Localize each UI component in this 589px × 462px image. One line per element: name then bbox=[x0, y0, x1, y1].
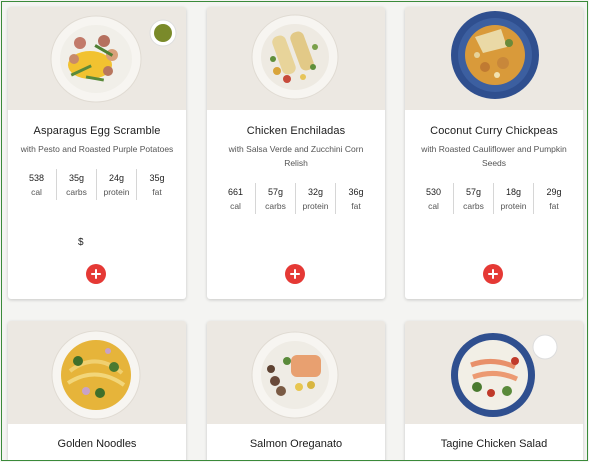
meal-photo[interactable] bbox=[8, 7, 186, 110]
macro-calories: 661 cal bbox=[216, 183, 256, 214]
macro-value: 530 bbox=[425, 186, 442, 197]
macro-label: protein bbox=[500, 200, 527, 211]
macro-label: protein bbox=[103, 186, 130, 197]
meal-title[interactable]: Chicken Enchiladas bbox=[207, 125, 385, 137]
add-meal-button[interactable] bbox=[285, 264, 305, 284]
macro-fat: 35g fat bbox=[137, 169, 177, 200]
meal-title[interactable]: Salmon Oreganato bbox=[207, 438, 385, 450]
meal-title[interactable]: Asparagus Egg Scramble bbox=[8, 125, 186, 137]
macro-value: 36g bbox=[348, 186, 364, 197]
add-meal-button[interactable] bbox=[483, 264, 503, 284]
plus-icon bbox=[488, 269, 498, 279]
macro-label: protein bbox=[302, 200, 329, 211]
meal-title[interactable]: Golden Noodles bbox=[8, 438, 186, 450]
macro-value: 661 bbox=[227, 186, 244, 197]
meal-photo[interactable] bbox=[207, 7, 385, 110]
meal-card[interactable]: Asparagus Egg Scramble with Pesto and Ro… bbox=[8, 7, 186, 299]
meal-card[interactable]: Coconut Curry Chickpeas with Roasted Cau… bbox=[405, 7, 583, 299]
macro-label: carbs bbox=[463, 200, 484, 211]
meal-photo[interactable] bbox=[8, 321, 186, 424]
meal-photo[interactable] bbox=[405, 7, 583, 110]
macro-carbs: 35g carbs bbox=[57, 169, 97, 200]
macro-protein: 18g protein bbox=[494, 183, 534, 214]
meal-card[interactable]: Tagine Chicken Salad bbox=[405, 321, 583, 460]
macro-value: 32g bbox=[307, 186, 324, 197]
macro-label: carbs bbox=[265, 200, 286, 211]
meal-card[interactable]: Golden Noodles bbox=[8, 321, 186, 460]
macro-value: 29g bbox=[546, 186, 562, 197]
meal-title[interactable]: Tagine Chicken Salad bbox=[405, 438, 583, 450]
macros-row: 661 cal 57g carbs 32g protein 36g fat bbox=[207, 183, 385, 214]
macro-protein: 32g protein bbox=[296, 183, 336, 214]
macro-carbs: 57g carbs bbox=[256, 183, 296, 214]
macro-value: 57g bbox=[267, 186, 284, 197]
meal-subtitle: with Roasted Cauliflower and Pumpkin See… bbox=[421, 144, 567, 168]
meal-title[interactable]: Coconut Curry Chickpeas bbox=[405, 125, 583, 137]
price-label: $ bbox=[78, 237, 84, 248]
macro-value: 57g bbox=[465, 186, 482, 197]
meal-photo[interactable] bbox=[207, 321, 385, 424]
macro-calories: 538 cal bbox=[17, 169, 57, 200]
plus-icon bbox=[290, 269, 300, 279]
macro-value: 24g bbox=[108, 172, 125, 183]
meal-card[interactable]: Chicken Enchiladas with Salsa Verde and … bbox=[207, 7, 385, 299]
macro-fat: 29g fat bbox=[534, 183, 574, 214]
macro-value: 35g bbox=[149, 172, 165, 183]
meal-card[interactable]: Salmon Oreganato bbox=[207, 321, 385, 460]
macro-label: cal bbox=[230, 200, 241, 211]
macro-label: cal bbox=[428, 200, 439, 211]
macro-fat: 36g fat bbox=[336, 183, 376, 214]
macro-label: fat bbox=[549, 200, 559, 211]
macro-calories: 530 cal bbox=[414, 183, 454, 214]
macro-label: fat bbox=[351, 200, 361, 211]
meal-subtitle: with Pesto and Roasted Purple Potatoes bbox=[20, 144, 174, 154]
macros-row: 538 cal 35g carbs 24g protein 35g fat bbox=[8, 169, 186, 200]
macros-row: 530 cal 57g carbs 18g protein 29g fat bbox=[405, 183, 583, 214]
macro-label: carbs bbox=[66, 186, 87, 197]
macro-label: cal bbox=[31, 186, 42, 197]
macro-label: fat bbox=[152, 186, 162, 197]
meal-subtitle: with Salsa Verde and Zucchini Corn Relis… bbox=[228, 144, 364, 168]
meal-photo[interactable] bbox=[405, 321, 583, 424]
add-meal-button[interactable] bbox=[86, 264, 106, 284]
macro-carbs: 57g carbs bbox=[454, 183, 494, 214]
macro-value: 18g bbox=[505, 186, 522, 197]
macro-value: 538 bbox=[28, 172, 45, 183]
plus-icon bbox=[91, 269, 101, 279]
macro-value: 35g bbox=[68, 172, 85, 183]
meal-grid: Asparagus Egg Scramble with Pesto and Ro… bbox=[1, 1, 588, 461]
macro-protein: 24g protein bbox=[97, 169, 137, 200]
